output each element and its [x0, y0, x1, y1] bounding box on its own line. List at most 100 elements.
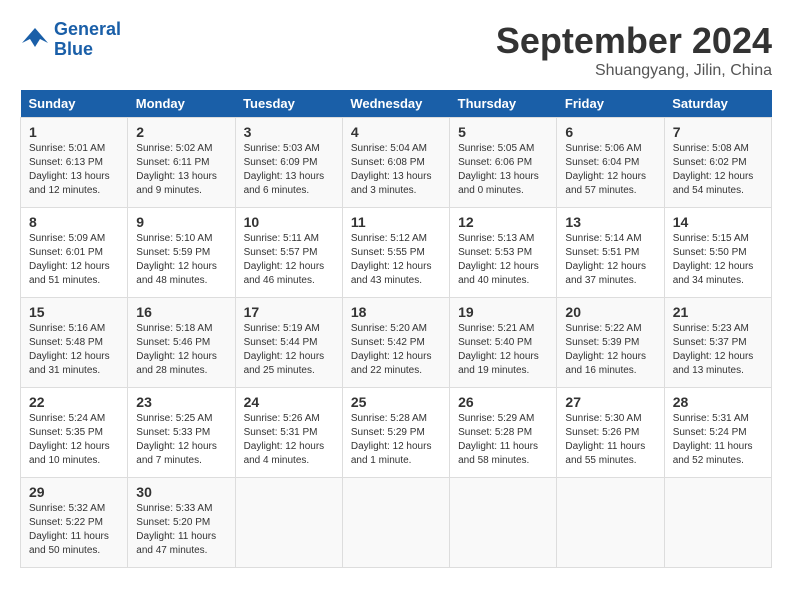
day-number: 9	[136, 214, 226, 230]
calendar-cell	[235, 478, 342, 568]
calendar-cell	[557, 478, 664, 568]
day-info: Sunrise: 5:10 AM Sunset: 5:59 PM Dayligh…	[136, 232, 226, 288]
day-number: 11	[351, 214, 441, 230]
day-number: 29	[29, 484, 119, 500]
calendar-week-5: 29 Sunrise: 5:32 AM Sunset: 5:22 PM Dayli…	[21, 478, 772, 568]
calendar-cell: 20 Sunrise: 5:22 AM Sunset: 5:39 PM Dayli…	[557, 298, 664, 388]
day-info: Sunrise: 5:23 AM Sunset: 5:37 PM Dayligh…	[673, 322, 763, 378]
day-number: 22	[29, 394, 119, 410]
calendar-cell: 21 Sunrise: 5:23 AM Sunset: 5:37 PM Dayli…	[664, 298, 771, 388]
calendar-cell: 17Sunrise: 5:19 AM Sunset: 5:44 PM Dayli…	[235, 298, 342, 388]
day-info: Sunrise: 5:21 AM Sunset: 5:40 PM Dayligh…	[458, 322, 548, 378]
calendar-cell: 6Sunrise: 5:06 AM Sunset: 6:04 PM Daylig…	[557, 118, 664, 208]
day-info: Sunrise: 5:29 AM Sunset: 5:28 PM Dayligh…	[458, 412, 548, 468]
calendar-cell: 4 Sunrise: 5:04 AM Sunset: 6:08 PM Daylig…	[342, 118, 449, 208]
month-title: September 2024	[496, 20, 772, 62]
day-number: 15	[29, 304, 119, 320]
day-number: 21	[673, 304, 763, 320]
day-number: 12	[458, 214, 548, 230]
day-number: 30	[136, 484, 226, 500]
day-number: 7	[673, 124, 763, 140]
day-info: Sunrise: 5:11 AM Sunset: 5:57 PM Dayligh…	[244, 232, 334, 288]
header-wednesday: Wednesday	[342, 90, 449, 118]
day-number: 5	[458, 124, 548, 140]
page-header: General Blue September 2024 Shuangyang, …	[20, 20, 772, 80]
day-info: Sunrise: 5:04 AM Sunset: 6:08 PM Dayligh…	[351, 142, 441, 198]
calendar-table: Sunday Monday Tuesday Wednesday Thursday…	[20, 90, 772, 568]
calendar-cell: 26Sunrise: 5:29 AM Sunset: 5:28 PM Dayli…	[450, 388, 557, 478]
header-thursday: Thursday	[450, 90, 557, 118]
calendar-cell: 1 Sunrise: 5:01 AM Sunset: 6:13 PM Daylig…	[21, 118, 128, 208]
day-info: Sunrise: 5:05 AM Sunset: 6:06 PM Dayligh…	[458, 142, 548, 198]
day-number: 2	[136, 124, 226, 140]
calendar-cell: 8 Sunrise: 5:09 AM Sunset: 6:01 PM Daylig…	[21, 208, 128, 298]
calendar-cell: 13Sunrise: 5:14 AM Sunset: 5:51 PM Dayli…	[557, 208, 664, 298]
day-info: Sunrise: 5:32 AM Sunset: 5:22 PM Dayligh…	[29, 502, 119, 558]
day-number: 19	[458, 304, 548, 320]
day-info: Sunrise: 5:20 AM Sunset: 5:42 PM Dayligh…	[351, 322, 441, 378]
day-number: 1	[29, 124, 119, 140]
logo-general: General	[54, 19, 121, 39]
day-info: Sunrise: 5:03 AM Sunset: 6:09 PM Dayligh…	[244, 142, 334, 198]
calendar-cell: 25 Sunrise: 5:28 AM Sunset: 5:29 PM Dayli…	[342, 388, 449, 478]
location-title: Shuangyang, Jilin, China	[496, 62, 772, 80]
title-block: September 2024 Shuangyang, Jilin, China	[496, 20, 772, 80]
calendar-cell: 27 Sunrise: 5:30 AM Sunset: 5:26 PM Dayli…	[557, 388, 664, 478]
calendar-cell: 5 Sunrise: 5:05 AM Sunset: 6:06 PM Daylig…	[450, 118, 557, 208]
calendar-cell: 16Sunrise: 5:18 AM Sunset: 5:46 PM Dayli…	[128, 298, 235, 388]
day-info: Sunrise: 5:12 AM Sunset: 5:55 PM Dayligh…	[351, 232, 441, 288]
calendar-cell: 10 Sunrise: 5:11 AM Sunset: 5:57 PM Dayli…	[235, 208, 342, 298]
calendar-cell	[450, 478, 557, 568]
calendar-cell: 12 Sunrise: 5:13 AM Sunset: 5:53 PM Dayli…	[450, 208, 557, 298]
day-number: 24	[244, 394, 334, 410]
calendar-week-2: 8 Sunrise: 5:09 AM Sunset: 6:01 PM Daylig…	[21, 208, 772, 298]
day-info: Sunrise: 5:16 AM Sunset: 5:48 PM Dayligh…	[29, 322, 119, 378]
day-info: Sunrise: 5:24 AM Sunset: 5:35 PM Dayligh…	[29, 412, 119, 468]
calendar-week-3: 15 Sunrise: 5:16 AM Sunset: 5:48 PM Dayli…	[21, 298, 772, 388]
calendar-cell: 23 Sunrise: 5:25 AM Sunset: 5:33 PM Dayli…	[128, 388, 235, 478]
day-number: 6	[565, 124, 655, 140]
day-info: Sunrise: 5:15 AM Sunset: 5:50 PM Dayligh…	[673, 232, 763, 288]
day-info: Sunrise: 5:30 AM Sunset: 5:26 PM Dayligh…	[565, 412, 655, 468]
day-info: Sunrise: 5:01 AM Sunset: 6:13 PM Dayligh…	[29, 142, 119, 198]
day-number: 23	[136, 394, 226, 410]
header-friday: Friday	[557, 90, 664, 118]
day-info: Sunrise: 5:28 AM Sunset: 5:29 PM Dayligh…	[351, 412, 441, 468]
day-info: Sunrise: 5:13 AM Sunset: 5:53 PM Dayligh…	[458, 232, 548, 288]
logo-blue: Blue	[54, 39, 93, 59]
calendar-cell: 14 Sunrise: 5:15 AM Sunset: 5:50 PM Dayli…	[664, 208, 771, 298]
calendar-week-1: 1 Sunrise: 5:01 AM Sunset: 6:13 PM Daylig…	[21, 118, 772, 208]
day-number: 14	[673, 214, 763, 230]
day-info: Sunrise: 5:25 AM Sunset: 5:33 PM Dayligh…	[136, 412, 226, 468]
header-monday: Monday	[128, 90, 235, 118]
calendar-cell: 24Sunrise: 5:26 AM Sunset: 5:31 PM Dayli…	[235, 388, 342, 478]
day-info: Sunrise: 5:09 AM Sunset: 6:01 PM Dayligh…	[29, 232, 119, 288]
logo: General Blue	[20, 20, 121, 60]
day-info: Sunrise: 5:02 AM Sunset: 6:11 PM Dayligh…	[136, 142, 226, 198]
day-info: Sunrise: 5:33 AM Sunset: 5:20 PM Dayligh…	[136, 502, 226, 558]
day-number: 10	[244, 214, 334, 230]
day-number: 27	[565, 394, 655, 410]
logo-icon	[20, 25, 50, 55]
day-info: Sunrise: 5:18 AM Sunset: 5:46 PM Dayligh…	[136, 322, 226, 378]
day-number: 20	[565, 304, 655, 320]
day-info: Sunrise: 5:31 AM Sunset: 5:24 PM Dayligh…	[673, 412, 763, 468]
header-sunday: Sunday	[21, 90, 128, 118]
calendar-cell: 7 Sunrise: 5:08 AM Sunset: 6:02 PM Daylig…	[664, 118, 771, 208]
day-number: 13	[565, 214, 655, 230]
header-row: Sunday Monday Tuesday Wednesday Thursday…	[21, 90, 772, 118]
calendar-week-4: 22 Sunrise: 5:24 AM Sunset: 5:35 PM Dayli…	[21, 388, 772, 478]
day-number: 25	[351, 394, 441, 410]
day-number: 17	[244, 304, 334, 320]
day-number: 4	[351, 124, 441, 140]
calendar-cell: 30 Sunrise: 5:33 AM Sunset: 5:20 PM Dayli…	[128, 478, 235, 568]
day-number: 18	[351, 304, 441, 320]
calendar-cell: 9 Sunrise: 5:10 AM Sunset: 5:59 PM Daylig…	[128, 208, 235, 298]
calendar-cell: 15 Sunrise: 5:16 AM Sunset: 5:48 PM Dayli…	[21, 298, 128, 388]
day-info: Sunrise: 5:22 AM Sunset: 5:39 PM Dayligh…	[565, 322, 655, 378]
calendar-body: 1 Sunrise: 5:01 AM Sunset: 6:13 PM Daylig…	[21, 118, 772, 568]
day-number: 8	[29, 214, 119, 230]
day-number: 3	[244, 124, 334, 140]
day-info: Sunrise: 5:08 AM Sunset: 6:02 PM Dayligh…	[673, 142, 763, 198]
calendar-cell	[342, 478, 449, 568]
